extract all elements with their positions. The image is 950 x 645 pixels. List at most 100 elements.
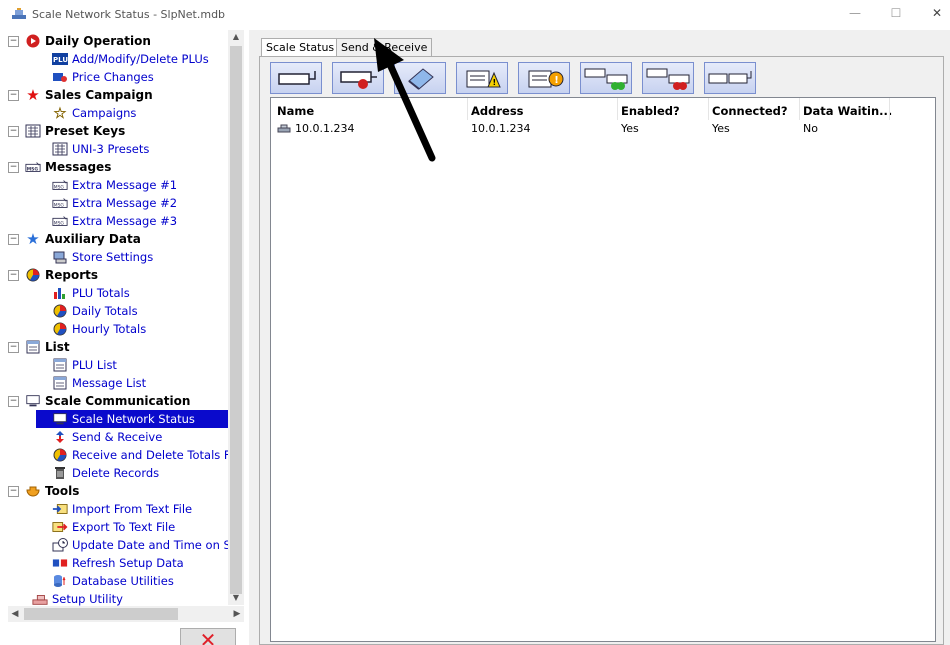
toolbar-button-7[interactable]: [642, 62, 694, 94]
collapse-icon[interactable]: −: [8, 269, 19, 281]
tree-item-uni-3-presets[interactable]: UNI-3 Presets: [52, 140, 149, 158]
scroll-up-icon[interactable]: ▲: [228, 30, 244, 44]
tree-category-scale-communication[interactable]: − Scale Communication: [8, 392, 190, 410]
scales-red-icon: [646, 68, 690, 90]
tree-item-receive-and-delete-totals-f[interactable]: Receive and Delete Totals F: [52, 446, 231, 464]
tree-item-update-date-and-time-on-s[interactable]: Update Date and Time on S: [52, 536, 231, 554]
tree-label: Price Changes: [72, 70, 154, 84]
tree-item-scale-network-status[interactable]: Scale Network Status: [36, 410, 228, 428]
tree-item-add-modify-delete-plus[interactable]: PLU Add/Modify/Delete PLUs: [52, 50, 209, 68]
message-icon: MSG: [52, 178, 68, 192]
list-icon: [25, 340, 41, 354]
tree-item-plu-totals[interactable]: PLU Totals: [52, 284, 130, 302]
column-divider[interactable]: [708, 98, 709, 120]
toolbar-button-5[interactable]: !: [518, 62, 570, 94]
refresh-icon: [52, 556, 68, 570]
column-header-data-waiting[interactable]: Data Waitin...: [803, 104, 892, 118]
column-header-address[interactable]: Address: [471, 104, 524, 118]
tree-label: Daily Operation: [45, 34, 151, 48]
tree-item-daily-totals[interactable]: Daily Totals: [52, 302, 138, 320]
tree-item-delete-records[interactable]: Delete Records: [52, 464, 159, 482]
tree-category-list[interactable]: − List: [8, 338, 70, 356]
message-icon: MSG: [52, 196, 68, 210]
tree-item-extra-message-2[interactable]: MSG Extra Message #2: [52, 194, 177, 212]
tree-item-extra-message-3[interactable]: MSG Extra Message #3: [52, 212, 177, 230]
price-tag-icon: [52, 70, 68, 84]
column-header-enabled[interactable]: Enabled?: [621, 104, 680, 118]
bar-chart-icon: [52, 286, 68, 300]
maximize-button[interactable]: ☐: [889, 6, 903, 20]
scale-list[interactable]: Name Address Enabled? Connected? Data Wa…: [270, 97, 936, 642]
tree-item-send-receive[interactable]: Send & Receive: [52, 428, 162, 446]
collapse-icon[interactable]: −: [8, 125, 19, 137]
tree-item-export-to-text-file[interactable]: Export To Text File: [52, 518, 175, 536]
toolbar-button-1[interactable]: [270, 62, 322, 94]
collapse-icon[interactable]: −: [8, 35, 19, 47]
collapse-icon[interactable]: −: [8, 395, 19, 407]
window-title: Scale Network Status - SlpNet.mdb: [32, 7, 226, 21]
tree-label: Update Date and Time on S: [72, 538, 231, 552]
toolbar-button-6[interactable]: [580, 62, 632, 94]
svg-text:MSG: MSG: [54, 221, 65, 227]
tree-vertical-scrollbar[interactable]: ▲ ▼: [228, 30, 244, 605]
minimize-button[interactable]: —: [848, 6, 862, 20]
tree-label: Delete Records: [72, 466, 160, 480]
column-header-name[interactable]: Name: [277, 104, 314, 118]
collapse-icon[interactable]: −: [8, 233, 19, 245]
scrollbar-thumb[interactable]: [230, 46, 242, 594]
tree-label: Message List: [72, 376, 147, 390]
scale-device-icon: [277, 124, 291, 132]
svg-text:MSG: MSG: [27, 167, 39, 173]
close-window-button[interactable]: ✕: [930, 6, 944, 20]
column-header-connected[interactable]: Connected?: [712, 104, 788, 118]
collapse-icon[interactable]: −: [8, 341, 19, 353]
tree-label: UNI-3 Presets: [72, 142, 150, 156]
collapse-icon[interactable]: −: [8, 161, 19, 173]
tree-category-tools[interactable]: − Tools: [8, 482, 79, 500]
tree-item-price-changes[interactable]: Price Changes: [52, 68, 154, 86]
red-star-icon: ★: [26, 86, 40, 104]
tree-item-store-settings[interactable]: Store Settings: [52, 248, 153, 266]
alert-doc-icon: !: [528, 70, 564, 88]
clock-icon: [52, 538, 68, 552]
tree-category-auxiliary-data[interactable]: − ★ Auxiliary Data: [8, 230, 141, 248]
scroll-down-icon[interactable]: ▼: [228, 591, 244, 605]
column-divider[interactable]: [617, 98, 618, 120]
tree-label: Import From Text File: [72, 502, 193, 516]
svg-text:MSG: MSG: [54, 185, 65, 191]
scroll-right-icon[interactable]: ▶: [230, 606, 244, 622]
collapse-icon[interactable]: −: [8, 89, 19, 101]
tree-label: Store Settings: [72, 250, 154, 264]
tree-item-database-utilities[interactable]: Database Utilities: [52, 572, 174, 590]
scroll-left-icon[interactable]: ◀: [8, 606, 22, 622]
tree-category-daily-operation[interactable]: − Daily Operation: [8, 32, 151, 50]
trash-icon: [52, 466, 68, 480]
tree-item-extra-message-1[interactable]: MSG Extra Message #1: [52, 176, 177, 194]
column-divider[interactable]: [467, 98, 468, 120]
column-divider[interactable]: [889, 98, 890, 120]
play-icon: [25, 34, 41, 48]
tree-item-campaigns[interactable]: ☆ Campaigns: [52, 104, 136, 123]
exit-button[interactable]: ✕: [180, 628, 236, 645]
tree-horizontal-scrollbar[interactable]: ◀ ▶: [8, 606, 244, 622]
tab-scale-status[interactable]: Scale Status: [261, 38, 340, 57]
scales-pair-icon: [708, 71, 752, 84]
toolbar-button-4[interactable]: !: [456, 62, 508, 94]
scrollbar-thumb[interactable]: [24, 608, 178, 620]
tree-category-messages[interactable]: − MSG Messages: [8, 158, 111, 176]
tree-item-import-from-text-file[interactable]: Import From Text File: [52, 500, 192, 518]
tree-item-message-list[interactable]: Message List: [52, 374, 146, 392]
tree-label: Extra Message #1: [72, 178, 178, 192]
tree-item-hourly-totals[interactable]: Hourly Totals: [52, 320, 146, 338]
column-divider[interactable]: [799, 98, 800, 120]
tree-label: Send & Receive: [72, 430, 163, 444]
collapse-icon[interactable]: −: [8, 485, 19, 497]
navigation-tree[interactable]: − Daily Operation PLU Add/Modify/Delete PLU…: [8, 30, 244, 625]
message-icon: MSG: [52, 214, 68, 228]
toolbar-button-8[interactable]: [704, 62, 756, 94]
tree-item-plu-list[interactable]: PLU List: [52, 356, 117, 374]
tree-category-preset-keys[interactable]: − Preset Keys: [8, 122, 125, 140]
tree-category-reports[interactable]: − Reports: [8, 266, 98, 284]
tree-category-sales-campaign[interactable]: − ★ Sales Campaign: [8, 86, 153, 104]
tree-item-refresh-setup-data[interactable]: Refresh Setup Data: [52, 554, 184, 572]
